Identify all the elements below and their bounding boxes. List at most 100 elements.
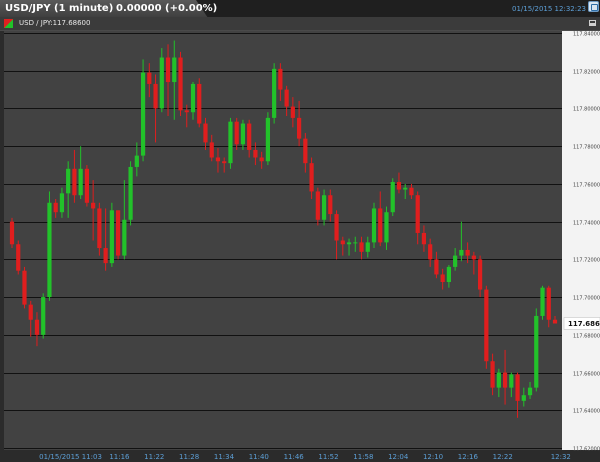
candle-body (178, 57, 183, 111)
candle-body (371, 208, 377, 243)
candle-body (16, 244, 21, 271)
candle (41, 293, 46, 339)
candle (515, 372, 520, 418)
candle (140, 59, 146, 162)
candle (290, 97, 295, 128)
candle-body (253, 149, 258, 158)
candle (247, 119, 252, 158)
candle-body (165, 57, 171, 83)
candle-body (440, 274, 445, 282)
x-tick-label: 11:52 (318, 453, 338, 461)
candle-body (116, 210, 121, 256)
candle (159, 48, 164, 113)
candle (53, 199, 58, 218)
candle (153, 74, 158, 143)
candle (203, 117, 208, 150)
candle-body (340, 240, 345, 245)
candle (278, 63, 283, 101)
candle-body (228, 121, 233, 164)
candle-body (297, 117, 302, 139)
candle-body (84, 168, 89, 203)
candlestick-chart[interactable]: 117.84000 117.82000 117.80000 117.78000 117.… (0, 0, 600, 462)
candle (340, 236, 345, 256)
candle-body (215, 157, 221, 162)
candle-body (259, 157, 264, 162)
candle (91, 180, 96, 241)
candle-body (309, 163, 314, 192)
candle (546, 285, 551, 328)
candle-body (122, 219, 127, 256)
candle-body (290, 106, 295, 118)
candle-body (134, 155, 139, 167)
candle (459, 221, 464, 262)
candle (434, 251, 439, 279)
candle-body (28, 304, 33, 320)
y-tick-label: 117.76000 (573, 183, 600, 189)
candle (240, 119, 246, 150)
candle (172, 40, 177, 120)
candle (72, 149, 77, 203)
candle-body (546, 287, 551, 320)
last-price-label: 117.68600 (568, 320, 600, 328)
candle-body (365, 242, 370, 252)
candle-body (78, 168, 83, 196)
y-tick-label: 117.78000 (573, 145, 600, 151)
candle-body (421, 232, 427, 245)
candle (334, 210, 339, 260)
candle (34, 312, 40, 347)
candle-body (515, 374, 520, 401)
x-tick-label: 11:46 (284, 453, 305, 461)
candle (502, 349, 508, 405)
candle-body (190, 83, 196, 113)
candle-body (396, 182, 402, 190)
candle (328, 189, 333, 222)
y-tick-label: 117.62000 (573, 447, 600, 453)
candle-body (328, 195, 333, 215)
candle (490, 353, 495, 396)
candle (228, 117, 233, 169)
candle (496, 368, 501, 398)
candle (471, 251, 476, 275)
candle-body (147, 72, 152, 84)
candle-body (315, 191, 320, 220)
candle (222, 157, 227, 173)
candle (78, 146, 83, 199)
candle (197, 78, 202, 128)
x-tick-label: 12:32 (551, 453, 571, 461)
candle (265, 112, 270, 166)
y-tick-label: 117.66000 (573, 372, 600, 378)
candle (371, 202, 377, 249)
candle (22, 266, 27, 309)
candle-body (284, 89, 289, 107)
candle-body (153, 83, 158, 109)
candle (116, 210, 121, 260)
candle (365, 236, 370, 258)
candle (47, 191, 52, 301)
candle (321, 189, 327, 226)
candle (165, 44, 171, 116)
candle-body (66, 168, 71, 194)
candle-body (359, 242, 364, 252)
x-tick-label: 12:22 (493, 453, 513, 461)
candle (446, 265, 451, 288)
y-tick-label: 117.72000 (573, 258, 600, 264)
y-tick-label: 117.70000 (573, 296, 600, 302)
x-tick-label: 12:16 (458, 453, 479, 461)
candle (359, 236, 364, 260)
candle-body (390, 182, 395, 213)
candle-body (540, 287, 545, 316)
candle-body (72, 168, 77, 196)
candle-body (9, 221, 15, 245)
candle-body (384, 212, 389, 243)
candle-body (203, 123, 208, 143)
candle-body (34, 319, 40, 335)
candle (259, 151, 264, 169)
candle (128, 161, 133, 226)
candle-body (140, 72, 146, 156)
candle-body (197, 83, 202, 124)
candle-body (53, 202, 58, 213)
y-tick-label: 117.84000 (573, 32, 600, 38)
candle (178, 51, 183, 116)
candle (9, 217, 15, 249)
candle (215, 148, 221, 173)
